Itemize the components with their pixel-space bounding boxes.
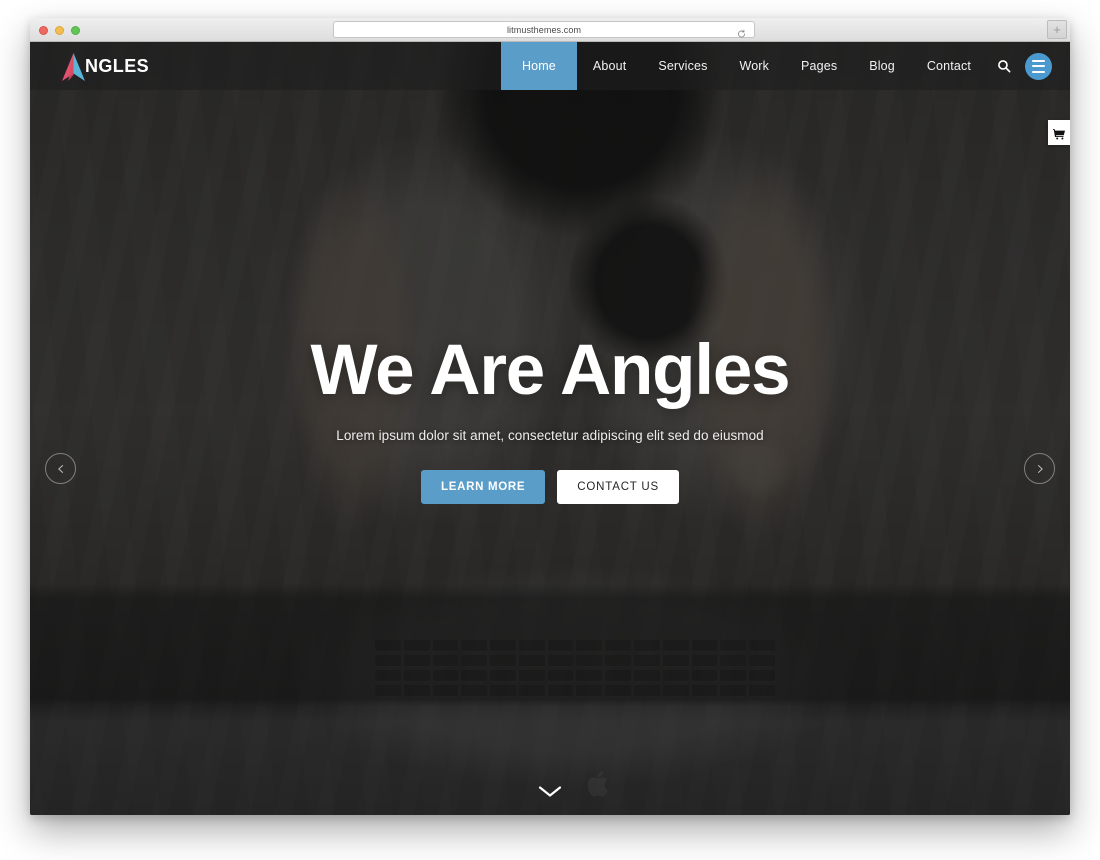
zoom-window-button[interactable] (71, 26, 80, 35)
contact-us-button[interactable]: CONTACT US (557, 470, 679, 504)
hero-title: We Are Angles (310, 331, 791, 410)
angles-chevron-logo-icon (60, 52, 87, 82)
url-text: litmusthemes.com (506, 24, 582, 35)
hero-cta-group: LEARN MORE CONTACT US (420, 470, 679, 504)
nav-item-pages[interactable]: Pages (785, 42, 853, 90)
window-controls (39, 26, 80, 35)
browser-window: litmusthemes.com + NGLES Home About Serv… (30, 18, 1070, 815)
page-viewport: NGLES Home About Services Work Pages Blo… (30, 42, 1070, 815)
chevron-right-icon (1037, 464, 1043, 473)
close-window-button[interactable] (39, 26, 48, 35)
hamburger-icon[interactable] (1025, 52, 1052, 80)
nav-item-work[interactable]: Work (723, 42, 785, 90)
hero-content: We Are Angles Lorem ipsum dolor sit amet… (30, 42, 1070, 815)
search-icon[interactable] (997, 59, 1011, 73)
learn-more-button[interactable]: LEARN MORE (420, 470, 546, 504)
browser-chrome: litmusthemes.com + (30, 18, 1070, 42)
nav-item-contact[interactable]: Contact (911, 42, 987, 90)
address-bar[interactable]: litmusthemes.com (333, 21, 755, 38)
nav-item-home[interactable]: Home (500, 42, 577, 90)
shopping-cart-button[interactable] (1048, 120, 1070, 145)
slider-prev-button[interactable] (45, 453, 76, 484)
minimize-window-button[interactable] (55, 26, 64, 35)
nav-item-about[interactable]: About (577, 42, 642, 90)
hero-subtitle: Lorem ipsum dolor sit amet, consectetur … (336, 428, 764, 443)
brand-logo[interactable]: NGLES (30, 42, 149, 90)
chevron-down-icon (538, 786, 562, 797)
header-actions (987, 42, 1070, 90)
nav-item-services[interactable]: Services (642, 42, 723, 90)
main-navigation: Home About Services Work Pages Blog Cont… (500, 42, 987, 90)
shopping-cart-icon (1053, 127, 1065, 139)
chevron-left-icon (57, 464, 63, 473)
site-header: NGLES Home About Services Work Pages Blo… (30, 42, 1070, 90)
brand-name: NGLES (85, 55, 150, 76)
new-tab-button[interactable]: + (1047, 20, 1067, 39)
scroll-down-button[interactable] (537, 783, 563, 799)
reload-icon[interactable] (737, 25, 746, 37)
nav-item-blog[interactable]: Blog (853, 42, 911, 90)
slider-next-button[interactable] (1024, 453, 1055, 484)
